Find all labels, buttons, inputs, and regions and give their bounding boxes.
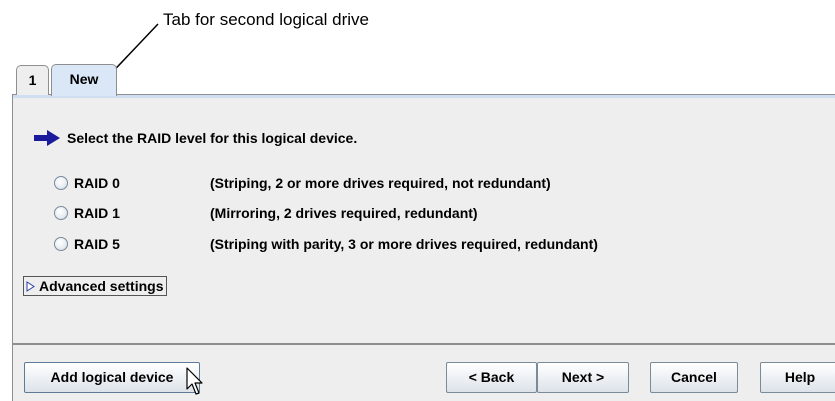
- raid-option-1[interactable]: RAID 1 (Mirroring, 2 drives required, re…: [54, 202, 478, 224]
- raid-description: (Striping with parity, 3 or more drives …: [210, 236, 598, 252]
- tab-new[interactable]: New: [51, 64, 117, 96]
- instruction-text: Select the RAID level for this logical d…: [67, 130, 358, 146]
- raid-label: RAID 0: [74, 175, 120, 191]
- next-button[interactable]: Next >: [537, 362, 629, 393]
- cancel-button[interactable]: Cancel: [650, 362, 738, 393]
- right-arrow-icon: [34, 130, 60, 146]
- mouse-pointer-icon: [186, 367, 203, 395]
- advanced-settings-label: Advanced settings: [39, 278, 164, 294]
- advanced-settings-toggle[interactable]: Advanced settings: [23, 276, 168, 296]
- raid-description: (Striping, 2 or more drives required, no…: [210, 175, 551, 191]
- radio-button[interactable]: [54, 176, 68, 190]
- raid-description: (Mirroring, 2 drives required, redundant…: [210, 205, 478, 221]
- expand-triangle-icon: [26, 280, 35, 292]
- tab-1[interactable]: 1: [16, 65, 49, 95]
- radio-button[interactable]: [54, 206, 68, 220]
- raid-option-0[interactable]: RAID 0 (Striping, 2 or more drives requi…: [54, 172, 551, 194]
- raid-label: RAID 5: [74, 236, 120, 252]
- help-button[interactable]: Help: [760, 362, 835, 393]
- raid-label: RAID 1: [74, 205, 120, 221]
- back-button[interactable]: < Back: [446, 362, 537, 393]
- callout-text: Tab for second logical drive: [163, 10, 370, 29]
- radio-button[interactable]: [54, 237, 68, 251]
- panel-tab-highlight: [13, 95, 835, 98]
- instruction-row: Select the RAID level for this logical d…: [33, 127, 357, 149]
- raid-option-5[interactable]: RAID 5 (Striping with parity, 3 or more …: [54, 233, 598, 255]
- add-logical-device-button[interactable]: Add logical device: [24, 362, 200, 393]
